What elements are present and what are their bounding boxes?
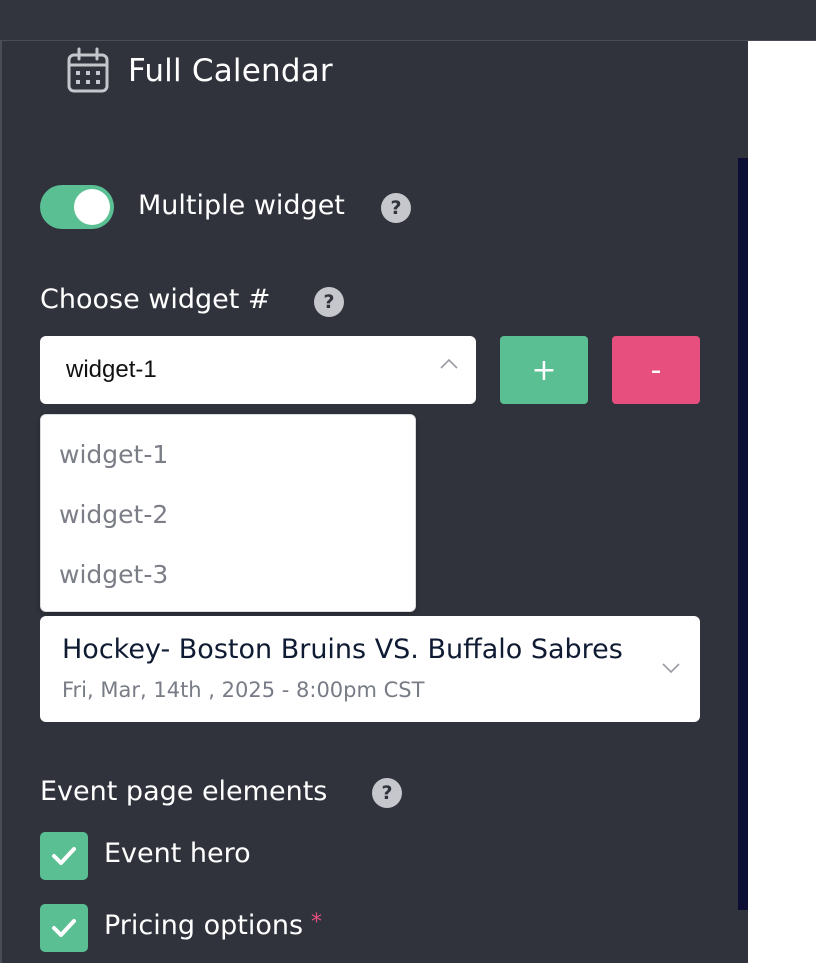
pricing-options-checkbox[interactable] (40, 904, 88, 952)
event-datetime: Fri, Mar, 14th , 2025 - 8:00pm CST (62, 678, 425, 702)
widget-option[interactable]: widget-3 (59, 560, 168, 589)
pricing-options-label: Pricing options * (104, 910, 322, 941)
panel-header: Full Calendar (66, 46, 333, 96)
required-marker: * (311, 910, 323, 935)
chevron-up-icon (440, 358, 458, 369)
top-bar (0, 0, 816, 41)
check-icon (52, 919, 76, 937)
check-icon (52, 847, 76, 865)
event-select[interactable]: Hockey- Boston Bruins VS. Buffalo Sabres… (40, 616, 700, 722)
widget-select[interactable]: widget-1 (40, 336, 476, 404)
pricing-options-text: Pricing options (104, 910, 304, 941)
widget-dropdown: widget-1 widget-2 widget-3 (40, 414, 416, 612)
event-title: Hockey- Boston Bruins VS. Buffalo Sabres (62, 634, 623, 665)
help-icon[interactable]: ? (381, 193, 411, 223)
page-title: Full Calendar (128, 53, 333, 89)
calendar-icon (67, 47, 109, 93)
panel-scrollbar[interactable] (738, 158, 748, 910)
event-hero-checkbox[interactable] (40, 832, 88, 880)
help-icon[interactable]: ? (372, 778, 402, 808)
help-icon[interactable]: ? (314, 287, 344, 317)
multiple-widget-toggle[interactable] (40, 185, 114, 229)
content-area (748, 41, 816, 963)
toggle-knob (74, 189, 110, 225)
chevron-down-icon (662, 663, 680, 674)
add-widget-button[interactable]: + (500, 336, 588, 404)
event-hero-label: Event hero (104, 838, 251, 869)
choose-widget-label: Choose widget # (40, 284, 271, 315)
multiple-widget-label: Multiple widget (138, 190, 345, 221)
widget-select-value: widget-1 (66, 356, 157, 383)
widget-option[interactable]: widget-1 (59, 440, 168, 469)
event-elements-label: Event page elements (40, 776, 328, 807)
remove-widget-button[interactable]: - (612, 336, 700, 404)
widget-option[interactable]: widget-2 (59, 500, 168, 529)
